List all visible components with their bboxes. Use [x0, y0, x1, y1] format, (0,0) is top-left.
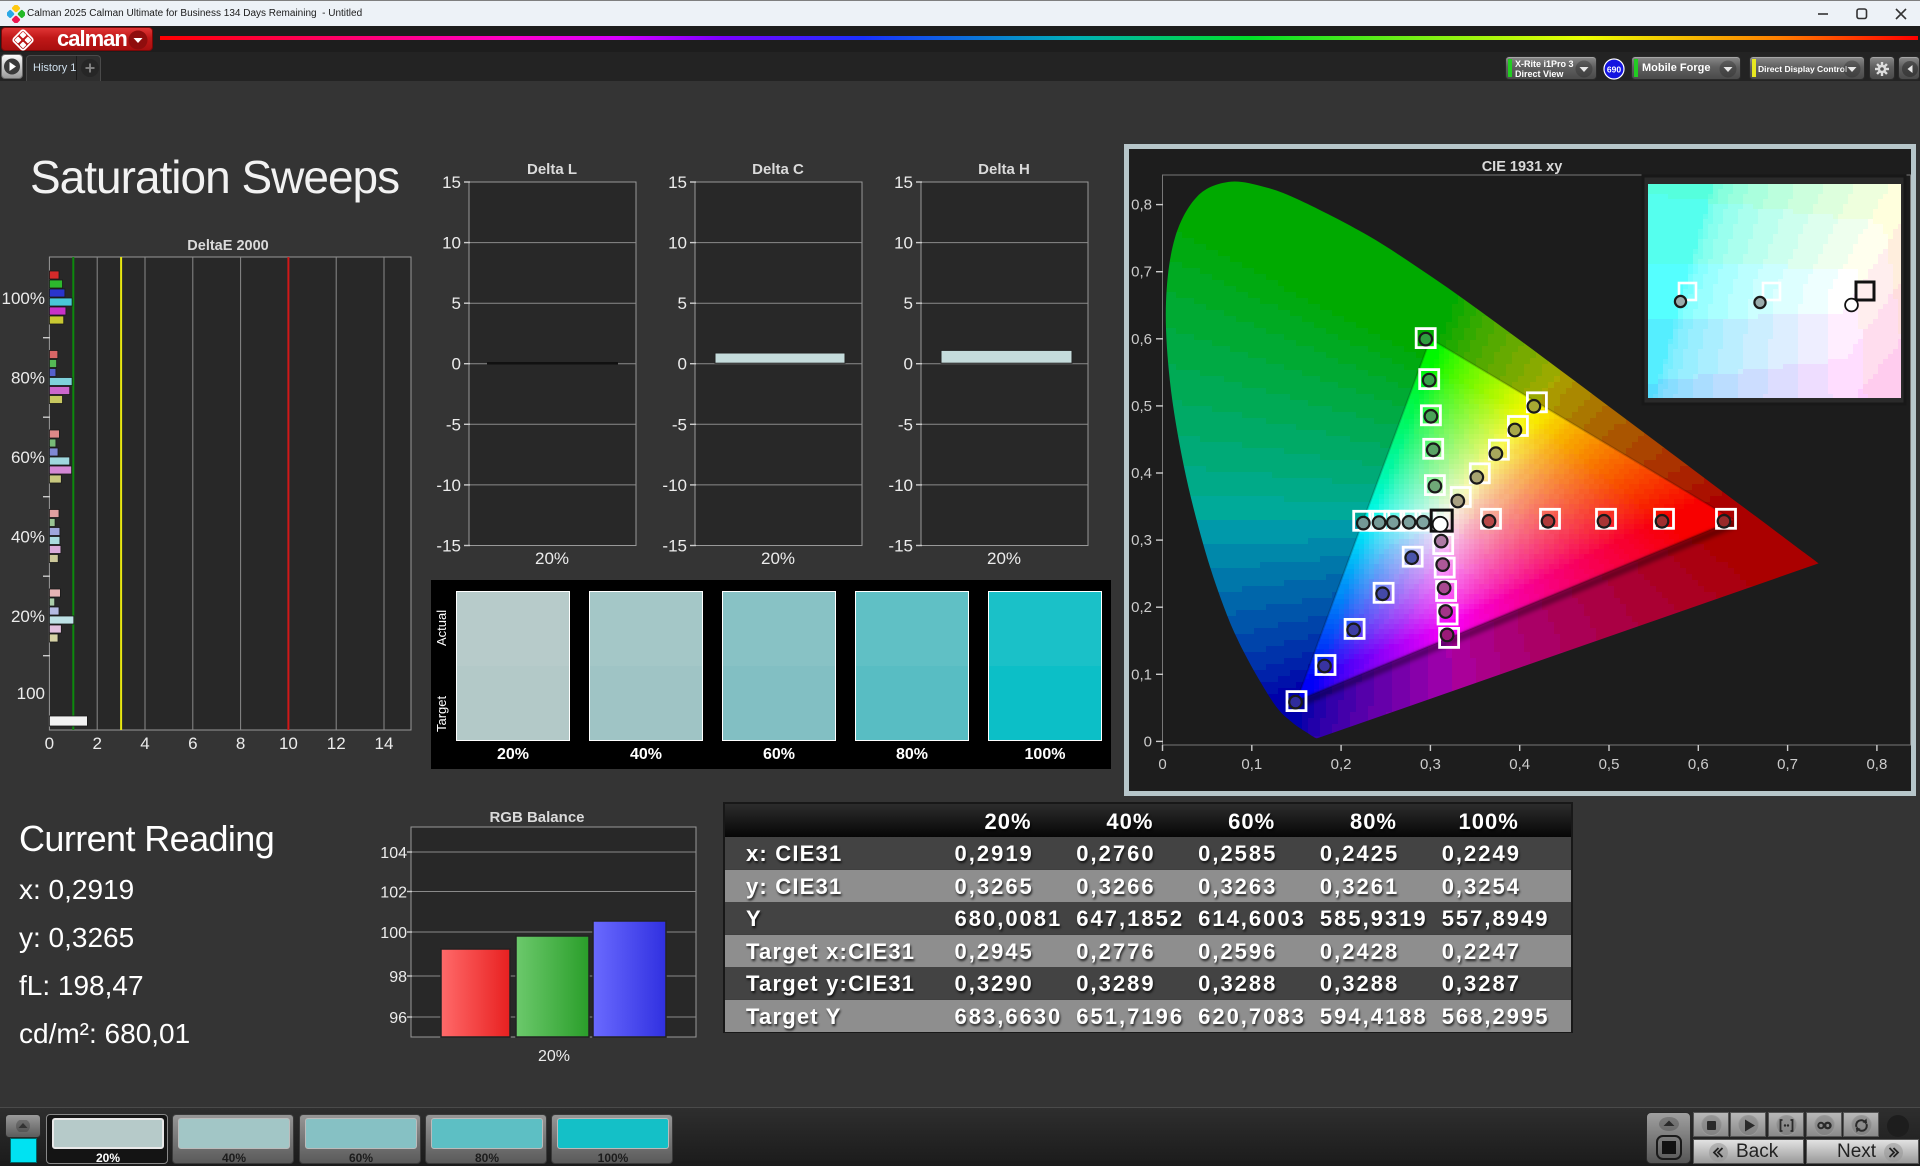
svg-text:-15: -15	[662, 537, 687, 556]
svg-text:-10: -10	[888, 476, 913, 495]
svg-text:14: 14	[375, 734, 394, 753]
svg-text:20%: 20%	[987, 549, 1021, 568]
svg-text:-15: -15	[888, 537, 913, 556]
svg-text:4: 4	[140, 734, 149, 753]
svg-text:-10: -10	[436, 476, 461, 495]
svg-text:-5: -5	[898, 415, 913, 434]
svg-text:Delta H: Delta H	[978, 161, 1030, 178]
svg-text:0: 0	[45, 734, 54, 753]
svg-text:10: 10	[279, 734, 298, 753]
svg-text:6: 6	[188, 734, 197, 753]
svg-text:15: 15	[442, 173, 461, 192]
svg-text:20%: 20%	[11, 607, 45, 626]
svg-text:40%: 40%	[11, 528, 45, 547]
svg-text:10: 10	[668, 234, 687, 253]
svg-text:60%: 60%	[11, 448, 45, 467]
svg-text:20%: 20%	[535, 549, 569, 568]
svg-text:-5: -5	[446, 415, 461, 434]
svg-text:5: 5	[904, 294, 913, 313]
svg-text:12: 12	[327, 734, 346, 753]
svg-text:-5: -5	[672, 415, 687, 434]
svg-text:-15: -15	[436, 537, 461, 556]
svg-text:100: 100	[17, 684, 45, 703]
svg-text:10: 10	[442, 234, 461, 253]
svg-text:5: 5	[678, 294, 687, 313]
svg-text:-10: -10	[662, 476, 687, 495]
svg-text:2: 2	[92, 734, 101, 753]
svg-text:690: 690	[1607, 65, 1621, 75]
svg-text:CIE 1931 xy: CIE 1931 xy	[1482, 159, 1563, 175]
svg-text:Delta C: Delta C	[752, 161, 804, 178]
svg-text:20%: 20%	[761, 549, 795, 568]
svg-text:5: 5	[452, 294, 461, 313]
svg-text:15: 15	[668, 173, 687, 192]
svg-text:80%: 80%	[11, 369, 45, 388]
svg-text:100%: 100%	[2, 289, 45, 308]
svg-text:10: 10	[894, 234, 913, 253]
svg-text:Delta L: Delta L	[527, 161, 577, 178]
svg-text:8: 8	[236, 734, 245, 753]
svg-text:0: 0	[678, 355, 687, 374]
svg-text:DeltaE 2000: DeltaE 2000	[187, 238, 268, 254]
svg-text:0: 0	[452, 355, 461, 374]
svg-text:15: 15	[894, 173, 913, 192]
svg-text:0: 0	[904, 355, 913, 374]
